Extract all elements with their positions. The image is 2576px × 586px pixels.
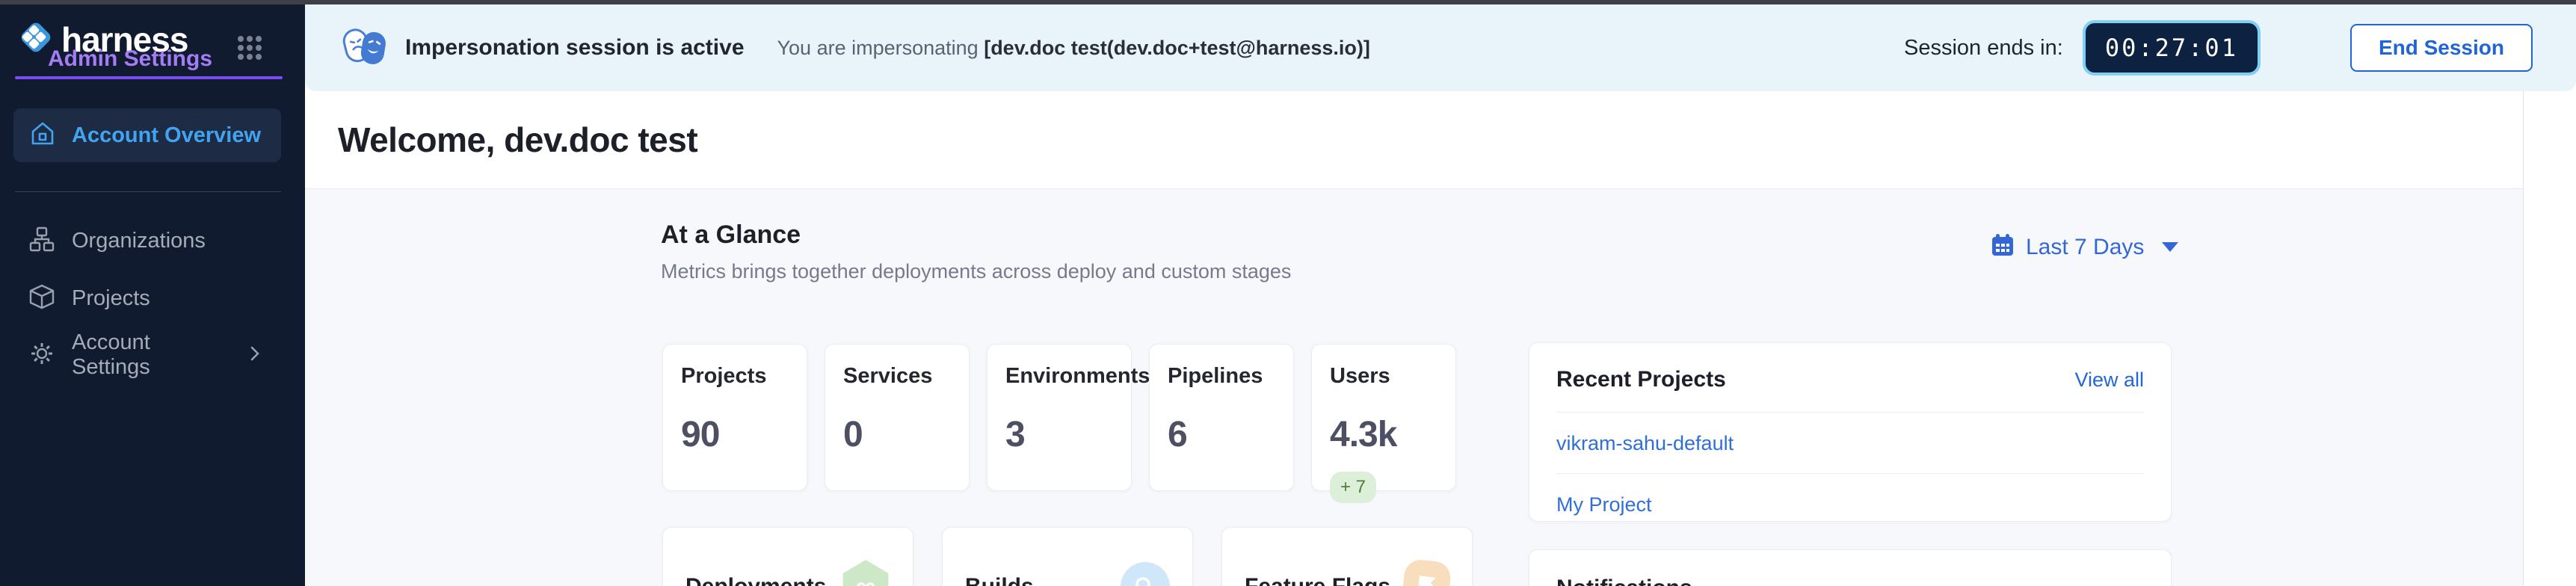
module-card-deployments[interactable]: Deployments ∞ bbox=[662, 527, 913, 586]
end-session-button[interactable]: End Session bbox=[2350, 24, 2533, 72]
sidebar-divider bbox=[15, 191, 281, 192]
module-card-builds[interactable]: Builds bbox=[942, 527, 1193, 586]
banner-title: Impersonation session is active bbox=[405, 35, 745, 61]
date-range-selector[interactable]: Last 7 Days bbox=[1990, 232, 2178, 262]
banner-session-controls: Session ends in: 00:27:01 End Session bbox=[1904, 20, 2533, 75]
session-countdown-timer: 00:27:01 bbox=[2083, 20, 2261, 75]
recent-projects-panel: Recent Projects View all vikram-sahu-def… bbox=[1529, 342, 2172, 522]
stat-card-pipelines[interactable]: Pipelines 6 bbox=[1149, 344, 1294, 491]
session-ends-label: Session ends in: bbox=[1904, 36, 2063, 61]
sidebar-accent-divider bbox=[15, 76, 283, 79]
project-link-vikram-sahu-default[interactable]: vikram-sahu-default bbox=[1556, 413, 2144, 473]
page-title: Welcome, dev.doc test bbox=[338, 120, 697, 160]
sidebar-item-organizations[interactable]: Organizations bbox=[13, 217, 281, 265]
stat-label: Users bbox=[1330, 364, 1438, 389]
notifications-panel: Notifications bbox=[1529, 549, 2172, 586]
users-delta-badge: + 7 bbox=[1330, 472, 1376, 503]
impersonation-banner: Impersonation session is active You are … bbox=[305, 4, 2576, 91]
calendar-icon bbox=[1990, 232, 2015, 262]
page: harness Admin Settings Account Overview bbox=[0, 0, 2576, 586]
stat-value: 0 bbox=[843, 414, 951, 455]
cube-icon bbox=[28, 283, 55, 314]
stat-label: Projects bbox=[681, 364, 789, 389]
deployments-icon: ∞ bbox=[841, 560, 890, 586]
recent-projects-header: Recent Projects View all bbox=[1556, 367, 2144, 392]
sidebar-item-label: Account Settings bbox=[72, 330, 230, 380]
impersonated-user: [dev.doc test(dev.doc+test@harness.io)] bbox=[984, 37, 1370, 59]
stat-card-environments[interactable]: Environments 3 bbox=[987, 344, 1132, 491]
sitemap-icon bbox=[28, 226, 55, 256]
gear-icon bbox=[28, 340, 55, 371]
stat-card-services[interactable]: Services 0 bbox=[825, 344, 970, 491]
modules-row: Deployments ∞ Builds Feature Flags bbox=[662, 527, 1473, 586]
stat-label: Services bbox=[843, 364, 951, 389]
stat-card-users[interactable]: Users 4.3k + 7 bbox=[1311, 344, 1456, 491]
sidebar-item-account-overview[interactable]: Account Overview bbox=[13, 108, 281, 162]
sidebar-item-label: Projects bbox=[72, 286, 150, 311]
window-top-edge bbox=[0, 0, 2576, 4]
builds-icon bbox=[1121, 562, 1170, 586]
main-content: At a Glance Metrics brings together depl… bbox=[305, 189, 2523, 586]
module-card-feature-flags[interactable]: Feature Flags bbox=[1221, 527, 1473, 586]
recent-projects-title: Recent Projects bbox=[1556, 367, 1726, 392]
stat-value: 6 bbox=[1168, 414, 1275, 455]
view-all-link[interactable]: View all bbox=[2074, 368, 2144, 392]
sidebar-item-label: Organizations bbox=[72, 229, 206, 253]
module-label: Builds bbox=[965, 574, 1034, 586]
chevron-down-icon bbox=[2162, 242, 2178, 252]
project-link-my-project[interactable]: My Project bbox=[1556, 474, 2144, 534]
theater-masks-icon bbox=[342, 25, 389, 71]
module-label: Feature Flags bbox=[1245, 574, 1390, 586]
feature-flags-icon bbox=[1401, 558, 1452, 586]
welcome-header: Welcome, dev.doc test bbox=[305, 91, 2523, 189]
scroll-gutter[interactable] bbox=[2523, 91, 2576, 586]
sidebar-item-projects[interactable]: Projects bbox=[13, 274, 281, 322]
stat-label: Environments bbox=[1005, 364, 1113, 389]
sidebar: harness Admin Settings Account Overview bbox=[0, 0, 305, 586]
stat-value: 3 bbox=[1005, 414, 1113, 455]
at-a-glance-subtitle: Metrics brings together deployments acro… bbox=[661, 260, 1291, 283]
stats-row: Projects 90 Services 0 Environments 3 Pi… bbox=[662, 344, 1456, 491]
apps-grid-icon[interactable] bbox=[235, 33, 265, 67]
module-label: Deployments bbox=[685, 574, 826, 586]
sidebar-item-label: Account Overview bbox=[72, 123, 261, 148]
banner-subtitle: You are impersonating [dev.doc test(dev.… bbox=[777, 37, 1370, 60]
notifications-title: Notifications bbox=[1556, 576, 1692, 586]
stat-value: 4.3k bbox=[1330, 414, 1438, 455]
at-a-glance-header: At a Glance Metrics brings together depl… bbox=[661, 220, 1291, 283]
date-range-label: Last 7 Days bbox=[2026, 235, 2144, 260]
chevron-right-icon bbox=[247, 345, 263, 366]
stat-card-projects[interactable]: Projects 90 bbox=[662, 344, 807, 491]
at-a-glance-title: At a Glance bbox=[661, 220, 1291, 250]
impersonating-prefix: You are impersonating bbox=[777, 37, 985, 59]
admin-settings-label: Admin Settings bbox=[48, 46, 212, 72]
sidebar-item-account-settings[interactable]: Account Settings bbox=[13, 331, 281, 379]
home-icon bbox=[28, 120, 57, 152]
stat-label: Pipelines bbox=[1168, 364, 1275, 389]
stat-value: 90 bbox=[681, 414, 789, 455]
